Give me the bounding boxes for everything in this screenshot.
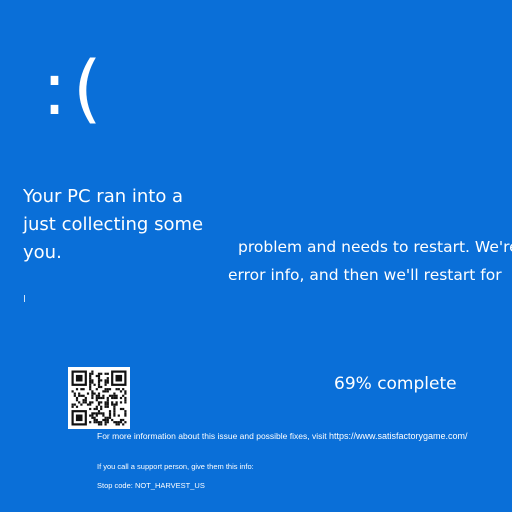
support-text: If you call a support person, give them …: [97, 462, 254, 471]
error-message-left: Your PC ran into a just collecting some …: [23, 183, 223, 267]
stop-code-label: Stop code:: [97, 481, 135, 490]
error-message-line: Your PC ran into a: [23, 186, 184, 207]
more-info-link[interactable]: https://www.satisfactorygame.com/: [329, 431, 468, 441]
progress-text: 69% complete: [334, 374, 457, 394]
sad-face-emoticon: :(: [42, 46, 108, 132]
cursor-mark: [24, 295, 25, 302]
stop-code-value: NOT_HARVEST_US: [134, 481, 205, 490]
stop-code: Stop code: NOT_HARVEST_US: [97, 481, 205, 490]
more-info-label: For more information about this issue an…: [97, 431, 329, 441]
qr-code-icon: [68, 367, 130, 429]
more-info-text: For more information about this issue an…: [97, 430, 468, 442]
error-message-right: problem and needs to restart. We're erro…: [228, 233, 512, 289]
error-message-line: error info, and then we'll restart for: [228, 266, 502, 284]
error-message-line: problem and needs to restart. We're: [238, 238, 512, 256]
error-message-line: you.: [23, 242, 62, 263]
error-message-line: just collecting some: [23, 214, 204, 235]
